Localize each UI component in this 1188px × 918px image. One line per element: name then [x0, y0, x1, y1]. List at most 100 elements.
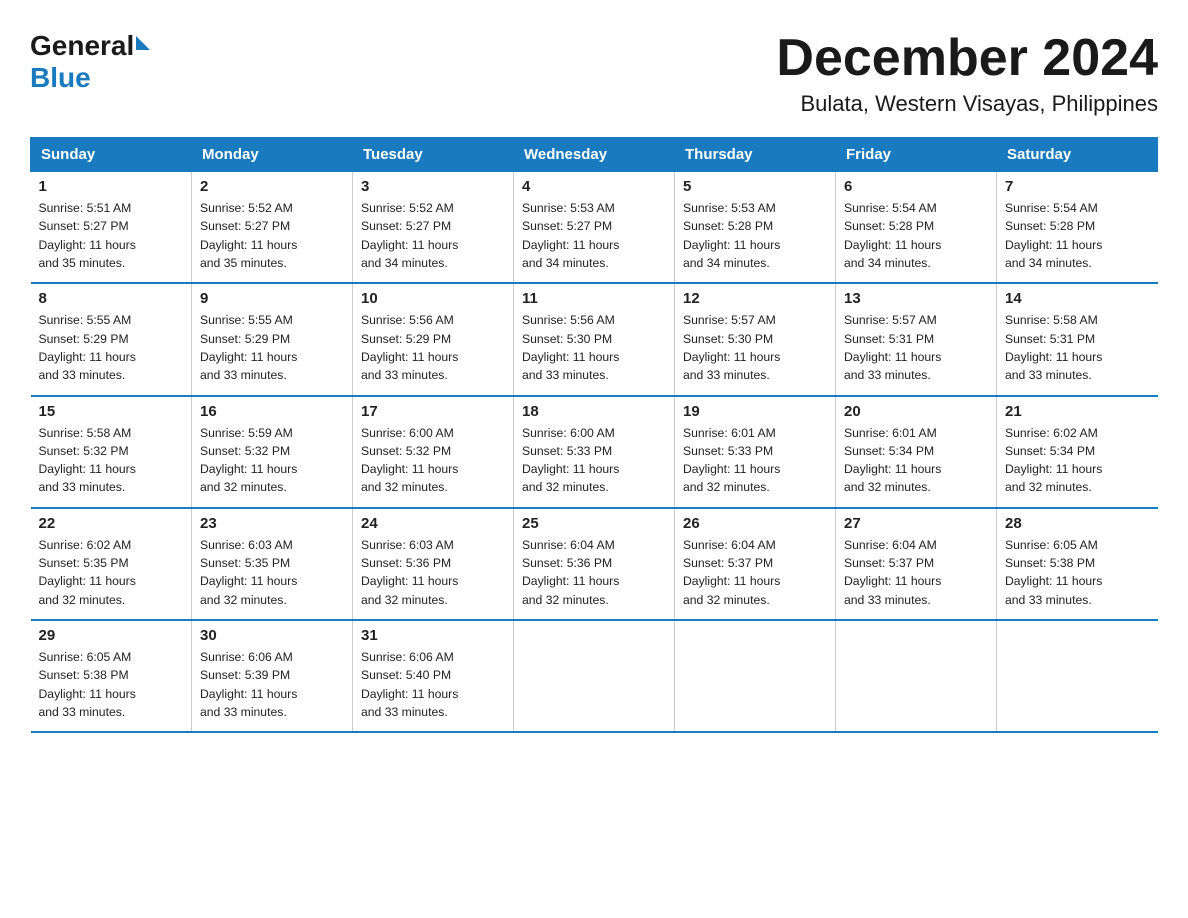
- day-info: Sunrise: 6:04 AM Sunset: 5:37 PM Dayligh…: [844, 536, 988, 609]
- header-day-tuesday: Tuesday: [353, 138, 514, 172]
- day-number: 22: [39, 515, 184, 532]
- calendar-cell: [836, 620, 997, 732]
- calendar-cell: 1 Sunrise: 5:51 AM Sunset: 5:27 PM Daylig…: [31, 172, 192, 284]
- day-number: 20: [844, 403, 988, 420]
- calendar-cell: [675, 620, 836, 732]
- calendar-header: SundayMondayTuesdayWednesdayThursdayFrid…: [31, 138, 1158, 172]
- day-info: Sunrise: 5:58 AM Sunset: 5:31 PM Dayligh…: [1005, 311, 1150, 384]
- day-number: 10: [361, 290, 505, 307]
- calendar-subtitle: Bulata, Western Visayas, Philippines: [776, 91, 1158, 117]
- day-info: Sunrise: 6:00 AM Sunset: 5:33 PM Dayligh…: [522, 424, 666, 497]
- day-number: 27: [844, 515, 988, 532]
- header-day-thursday: Thursday: [675, 138, 836, 172]
- day-number: 14: [1005, 290, 1150, 307]
- calendar-cell: 2Sunrise: 5:52 AM Sunset: 5:27 PM Daylig…: [192, 172, 353, 284]
- day-info: Sunrise: 5:51 AM Sunset: 5:27 PM Dayligh…: [39, 199, 184, 272]
- calendar-cell: 10Sunrise: 5:56 AM Sunset: 5:29 PM Dayli…: [353, 283, 514, 395]
- week-row-4: 22Sunrise: 6:02 AM Sunset: 5:35 PM Dayli…: [31, 508, 1158, 620]
- day-info: Sunrise: 6:04 AM Sunset: 5:37 PM Dayligh…: [683, 536, 827, 609]
- day-number: 28: [1005, 515, 1150, 532]
- calendar-cell: 28Sunrise: 6:05 AM Sunset: 5:38 PM Dayli…: [997, 508, 1158, 620]
- week-row-2: 8 Sunrise: 5:55 AM Sunset: 5:29 PM Daylig…: [31, 283, 1158, 395]
- week-row-5: 29 Sunrise: 6:05 AM Sunset: 5:38 PM Dayli…: [31, 620, 1158, 732]
- day-number: 3: [361, 178, 505, 195]
- day-info: Sunrise: 6:05 AM Sunset: 5:38 PM Dayligh…: [39, 648, 184, 721]
- calendar-cell: 24Sunrise: 6:03 AM Sunset: 5:36 PM Dayli…: [353, 508, 514, 620]
- day-info: Sunrise: 6:06 AM Sunset: 5:40 PM Dayligh…: [361, 648, 505, 721]
- day-info: Sunrise: 5:57 AM Sunset: 5:30 PM Dayligh…: [683, 311, 827, 384]
- day-number: 21: [1005, 403, 1150, 420]
- day-number: 26: [683, 515, 827, 532]
- page-header: General Blue December 2024 Bulata, Weste…: [30, 30, 1158, 117]
- calendar-cell: 15 Sunrise: 5:58 AM Sunset: 5:32 PM Dayli…: [31, 396, 192, 508]
- calendar-cell: 3 Sunrise: 5:52 AM Sunset: 5:27 PM Daylig…: [353, 172, 514, 284]
- day-info: Sunrise: 6:01 AM Sunset: 5:33 PM Dayligh…: [683, 424, 827, 497]
- calendar-cell: 14 Sunrise: 5:58 AM Sunset: 5:31 PM Dayli…: [997, 283, 1158, 395]
- day-info: Sunrise: 6:04 AM Sunset: 5:36 PM Dayligh…: [522, 536, 666, 609]
- calendar-cell: [514, 620, 675, 732]
- calendar-cell: 31 Sunrise: 6:06 AM Sunset: 5:40 PM Dayli…: [353, 620, 514, 732]
- day-number: 11: [522, 290, 666, 307]
- calendar-cell: 29 Sunrise: 6:05 AM Sunset: 5:38 PM Dayli…: [31, 620, 192, 732]
- day-number: 13: [844, 290, 988, 307]
- day-info: Sunrise: 5:57 AM Sunset: 5:31 PM Dayligh…: [844, 311, 988, 384]
- day-info: Sunrise: 5:53 AM Sunset: 5:28 PM Dayligh…: [683, 199, 827, 272]
- day-info: Sunrise: 5:53 AM Sunset: 5:27 PM Dayligh…: [522, 199, 666, 272]
- calendar-cell: 19 Sunrise: 6:01 AM Sunset: 5:33 PM Dayli…: [675, 396, 836, 508]
- day-number: 25: [522, 515, 666, 532]
- day-info: Sunrise: 5:54 AM Sunset: 5:28 PM Dayligh…: [844, 199, 988, 272]
- calendar-cell: 18 Sunrise: 6:00 AM Sunset: 5:33 PM Dayli…: [514, 396, 675, 508]
- day-number: 16: [200, 403, 344, 420]
- day-number: 31: [361, 627, 505, 644]
- day-info: Sunrise: 6:01 AM Sunset: 5:34 PM Dayligh…: [844, 424, 988, 497]
- calendar-cell: 26 Sunrise: 6:04 AM Sunset: 5:37 PM Dayli…: [675, 508, 836, 620]
- calendar-cell: 17Sunrise: 6:00 AM Sunset: 5:32 PM Dayli…: [353, 396, 514, 508]
- day-info: Sunrise: 5:52 AM Sunset: 5:27 PM Dayligh…: [361, 199, 505, 272]
- day-number: 18: [522, 403, 666, 420]
- day-info: Sunrise: 6:03 AM Sunset: 5:35 PM Dayligh…: [200, 536, 344, 609]
- day-number: 1: [39, 178, 184, 195]
- day-info: Sunrise: 5:55 AM Sunset: 5:29 PM Dayligh…: [200, 311, 344, 384]
- title-block: December 2024 Bulata, Western Visayas, P…: [776, 30, 1158, 117]
- day-number: 7: [1005, 178, 1150, 195]
- calendar-cell: 22Sunrise: 6:02 AM Sunset: 5:35 PM Dayli…: [31, 508, 192, 620]
- header-day-sunday: Sunday: [31, 138, 192, 172]
- logo-general-text: General: [30, 30, 134, 62]
- day-info: Sunrise: 5:52 AM Sunset: 5:27 PM Dayligh…: [200, 199, 344, 272]
- calendar-cell: 4 Sunrise: 5:53 AM Sunset: 5:27 PM Daylig…: [514, 172, 675, 284]
- calendar-cell: 16Sunrise: 5:59 AM Sunset: 5:32 PM Dayli…: [192, 396, 353, 508]
- calendar-cell: 11Sunrise: 5:56 AM Sunset: 5:30 PM Dayli…: [514, 283, 675, 395]
- calendar-cell: 30 Sunrise: 6:06 AM Sunset: 5:39 PM Dayli…: [192, 620, 353, 732]
- calendar-cell: 5 Sunrise: 5:53 AM Sunset: 5:28 PM Daylig…: [675, 172, 836, 284]
- logo-blue-text: Blue: [30, 62, 91, 93]
- header-row: SundayMondayTuesdayWednesdayThursdayFrid…: [31, 138, 1158, 172]
- day-info: Sunrise: 5:58 AM Sunset: 5:32 PM Dayligh…: [39, 424, 184, 497]
- calendar-cell: 23 Sunrise: 6:03 AM Sunset: 5:35 PM Dayli…: [192, 508, 353, 620]
- calendar-table: SundayMondayTuesdayWednesdayThursdayFrid…: [30, 137, 1158, 733]
- logo-arrow-icon: [136, 36, 150, 50]
- day-number: 19: [683, 403, 827, 420]
- day-info: Sunrise: 5:55 AM Sunset: 5:29 PM Dayligh…: [39, 311, 184, 384]
- logo: General Blue: [30, 30, 152, 94]
- day-number: 8: [39, 290, 184, 307]
- day-number: 4: [522, 178, 666, 195]
- day-number: 15: [39, 403, 184, 420]
- calendar-cell: 27 Sunrise: 6:04 AM Sunset: 5:37 PM Dayli…: [836, 508, 997, 620]
- day-info: Sunrise: 6:03 AM Sunset: 5:36 PM Dayligh…: [361, 536, 505, 609]
- day-info: Sunrise: 6:06 AM Sunset: 5:39 PM Dayligh…: [200, 648, 344, 721]
- week-row-1: 1 Sunrise: 5:51 AM Sunset: 5:27 PM Daylig…: [31, 172, 1158, 284]
- day-number: 12: [683, 290, 827, 307]
- calendar-cell: [997, 620, 1158, 732]
- day-number: 23: [200, 515, 344, 532]
- calendar-cell: 21Sunrise: 6:02 AM Sunset: 5:34 PM Dayli…: [997, 396, 1158, 508]
- day-number: 17: [361, 403, 505, 420]
- calendar-body: 1 Sunrise: 5:51 AM Sunset: 5:27 PM Daylig…: [31, 172, 1158, 732]
- calendar-cell: 9Sunrise: 5:55 AM Sunset: 5:29 PM Daylig…: [192, 283, 353, 395]
- calendar-cell: 13 Sunrise: 5:57 AM Sunset: 5:31 PM Dayli…: [836, 283, 997, 395]
- day-number: 30: [200, 627, 344, 644]
- day-number: 5: [683, 178, 827, 195]
- calendar-title: December 2024: [776, 30, 1158, 87]
- day-number: 29: [39, 627, 184, 644]
- calendar-cell: 20 Sunrise: 6:01 AM Sunset: 5:34 PM Dayli…: [836, 396, 997, 508]
- day-number: 6: [844, 178, 988, 195]
